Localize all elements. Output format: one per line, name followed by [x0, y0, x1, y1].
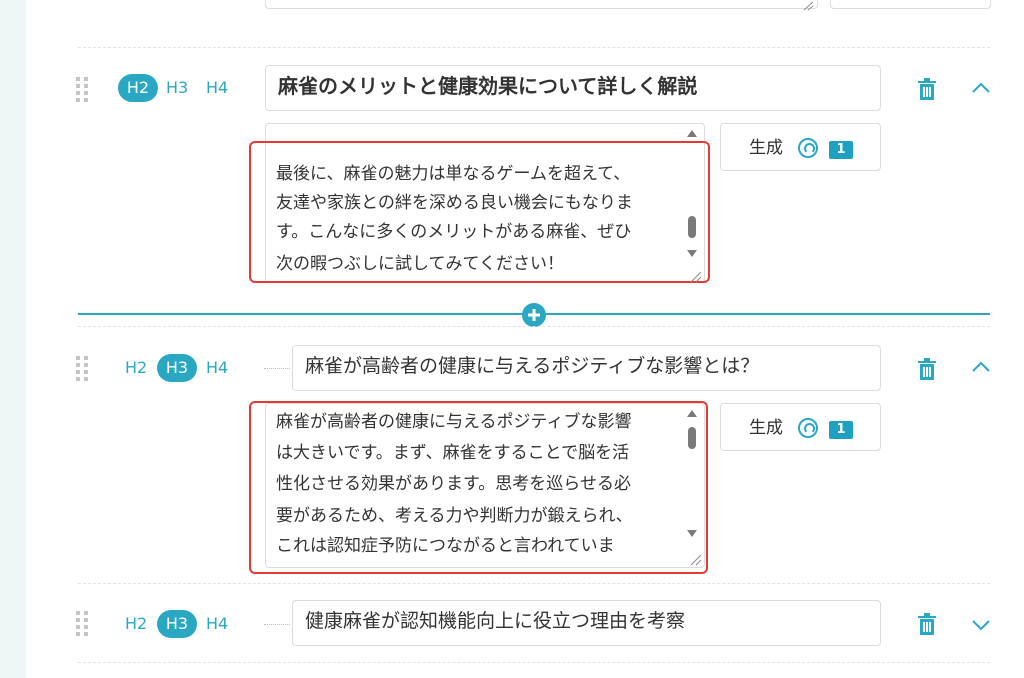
- credit-badge: 1: [829, 141, 853, 159]
- body-line: 麻雀が高齢者の健康に与えるポジティブな影響: [276, 412, 632, 432]
- heading-level-h4-button[interactable]: H4: [206, 610, 228, 638]
- resize-grip-icon[interactable]: [802, 0, 814, 11]
- heading-title-input[interactable]: 健康麻雀が認知機能向上に役立つ理由を考察: [292, 600, 881, 646]
- resize-grip-icon[interactable]: [688, 268, 702, 283]
- body-line: す。こんなに多くのメリットがある麻雀、ぜひ: [276, 222, 632, 242]
- trash-icon[interactable]: [917, 78, 937, 100]
- drag-handle-icon[interactable]: [76, 76, 90, 102]
- trash-icon[interactable]: [917, 358, 937, 380]
- scrollbar-thumb[interactable]: [688, 216, 696, 238]
- scrollbar-thumb[interactable]: [688, 427, 696, 449]
- chevron-up-icon[interactable]: [971, 80, 991, 94]
- credit-badge: 1: [829, 421, 853, 439]
- body-line: 要があるため、考える力や判断力が鍛えられ、: [276, 506, 633, 526]
- coin-icon: [798, 418, 818, 438]
- nest-indicator: [264, 368, 290, 369]
- section-divider: [78, 583, 990, 584]
- nest-indicator: [264, 624, 290, 625]
- left-rail: [0, 0, 26, 678]
- scroll-down-arrow-icon[interactable]: [687, 530, 697, 537]
- heading-level-h3-button[interactable]: H3: [157, 610, 197, 638]
- coin-icon: [798, 138, 818, 158]
- scroll-down-arrow-icon[interactable]: [687, 250, 697, 257]
- body-line: は大きいです。まず、麻雀をすることで脳を活: [276, 443, 630, 463]
- heading-level-h2-button[interactable]: H2: [125, 354, 147, 382]
- resize-grip-icon[interactable]: [688, 551, 702, 566]
- section-divider: [78, 662, 990, 663]
- generate-label: 生成: [749, 418, 783, 438]
- heading-title-input[interactable]: 麻雀のメリットと健康効果について詳しく解説: [265, 65, 881, 111]
- scroll-up-arrow-icon[interactable]: [687, 410, 697, 417]
- drag-handle-icon[interactable]: [76, 355, 90, 381]
- heading-level-h4-button[interactable]: H4: [206, 74, 228, 102]
- heading-level-h2-button[interactable]: H2: [118, 74, 158, 102]
- trash-icon[interactable]: [917, 613, 937, 635]
- plus-circle-icon[interactable]: [522, 303, 546, 327]
- body-line: 最後に、麻雀の魅力は単なるゲームを超えて、: [276, 164, 631, 184]
- body-line: 性化させる効果があります。思考を巡らせる必: [276, 474, 631, 494]
- heading-title-input[interactable]: 麻雀が高齢者の健康に与えるポジティブな影響とは？: [292, 345, 881, 391]
- section-divider: [78, 47, 990, 48]
- chevron-down-icon[interactable]: [971, 617, 991, 631]
- previous-generate-button[interactable]: [830, 0, 991, 9]
- drag-handle-icon[interactable]: [76, 610, 90, 636]
- body-line: これは認知症予防につながると言われていま: [276, 536, 615, 556]
- body-line: 友達や家族との絆を深める良い機会にもなりま: [276, 193, 633, 213]
- heading-level-h2-button[interactable]: H2: [125, 610, 147, 638]
- generate-button[interactable]: 生成 1: [720, 123, 881, 171]
- heading-level-h3-button[interactable]: H3: [157, 354, 197, 382]
- chevron-up-icon[interactable]: [971, 359, 991, 373]
- body-line: 次の暇つぶしに試してみてください！: [276, 254, 564, 274]
- heading-level-h4-button[interactable]: H4: [206, 354, 228, 382]
- generate-button[interactable]: 生成 1: [720, 403, 881, 451]
- previous-body-textarea[interactable]: [265, 0, 818, 9]
- section-divider: [78, 326, 990, 327]
- generate-label: 生成: [749, 138, 783, 158]
- scroll-up-arrow-icon[interactable]: [687, 130, 697, 137]
- heading-level-h3-button[interactable]: H3: [166, 74, 188, 102]
